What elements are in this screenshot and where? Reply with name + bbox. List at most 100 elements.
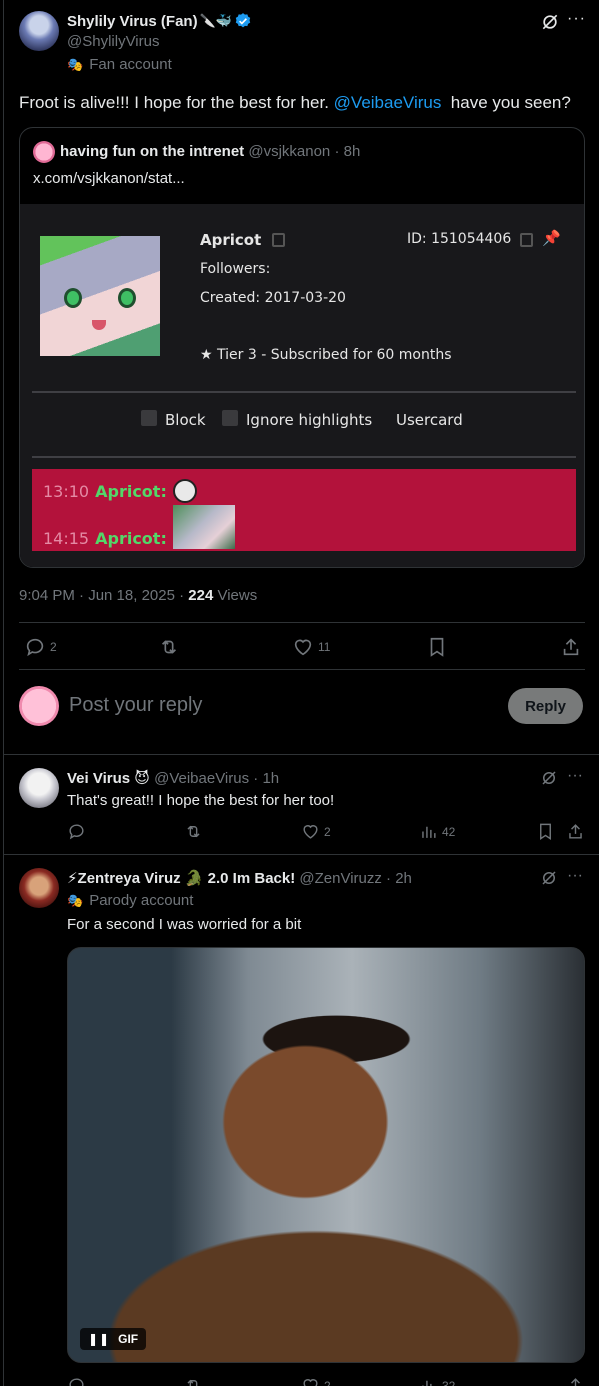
reply-time: · 2h [381, 870, 412, 887]
author-suffix[interactable]: 2.0 Im Back! [204, 870, 296, 887]
tweet-text-suffix: have you seen? [441, 93, 571, 112]
timestamp[interactable]: 9:04 PM · Jun 18, 2025 · [19, 587, 188, 604]
reply-icon [69, 1378, 84, 1386]
bookmark-action[interactable] [536, 822, 555, 841]
usercard-divider [32, 391, 576, 393]
star-icon: ★ [200, 347, 218, 363]
usercard-tier: ★ Tier 3 - Subscribed for 60 months [200, 347, 452, 363]
more-icon[interactable]: ··· [567, 867, 583, 885]
divider [3, 754, 599, 755]
usercard-tier-text: Tier 3 - Subscribed for 60 months [217, 347, 452, 363]
views-count: 32 [442, 1378, 456, 1386]
reply-button[interactable]: Reply [508, 688, 583, 724]
pause-icon[interactable]: ❚❚ [88, 1332, 110, 1346]
account-label: 🎭 Parody account [67, 892, 193, 909]
share-action[interactable] [566, 1376, 585, 1386]
avatar[interactable] [19, 868, 59, 908]
author-name-row[interactable]: Shylily Virus (Fan) 🔪🐳 [67, 12, 252, 30]
reply-input[interactable]: Post your reply [69, 694, 202, 717]
repost-icon [187, 1379, 198, 1386]
account-label-text: Fan account [89, 56, 172, 73]
heart-icon [303, 825, 318, 839]
grok-icon[interactable] [540, 12, 560, 32]
like-action[interactable]: 2 [301, 822, 331, 841]
share-icon [563, 638, 579, 656]
repost-icon [187, 825, 200, 838]
share-action[interactable] [566, 822, 585, 841]
author-emoji: 😈 [134, 770, 150, 787]
usercard-followers: Followers: [200, 261, 271, 277]
gif-media[interactable]: ❚❚ GIF [67, 947, 585, 1363]
author-handle[interactable]: @ZenViruzz [299, 870, 381, 887]
like-action[interactable]: 11 [292, 636, 330, 658]
bookmark-icon [540, 823, 551, 840]
ignore-label: Ignore highlights [246, 411, 373, 429]
heart-icon [294, 639, 312, 656]
avatar[interactable] [19, 11, 59, 51]
chat-time: 14:15 [43, 528, 90, 548]
chat-user: Apricot: [95, 481, 167, 501]
block-label: Block [165, 411, 206, 429]
tweet-meta: 9:04 PM · Jun 18, 2025 · 224 Views [19, 587, 257, 604]
reply-text: For a second I was worried for a bit [67, 916, 302, 933]
column-border [3, 0, 4, 1386]
views-count: 42 [442, 824, 456, 839]
mask-icon: 🎭 [67, 56, 84, 72]
more-icon[interactable]: ··· [567, 767, 583, 785]
reply-action[interactable] [67, 822, 86, 841]
views-action[interactable]: 42 [419, 822, 455, 841]
author-name[interactable]: Shylily Virus (Fan) [67, 13, 198, 30]
repost-action[interactable] [184, 822, 203, 841]
reply-action[interactable] [67, 1376, 86, 1386]
quote-author-name[interactable]: having fun on the intrenet [60, 143, 244, 160]
gif-badge[interactable]: ❚❚ GIF [80, 1328, 147, 1350]
quote-link[interactable]: x.com/vsjkkanon/stat... [33, 170, 185, 187]
chat-line: 13:10 Apricot: [43, 479, 197, 503]
reply-author-row[interactable]: ⚡Zentreya Viruz 🐊 2.0 Im Back! @ZenViruz… [67, 869, 412, 887]
author-name[interactable]: ⚡Zentreya Viruz [67, 870, 181, 887]
quote-time: · 8h [330, 143, 361, 160]
mention-link[interactable]: @VeibaeVirus [334, 93, 442, 112]
quote-author-row[interactable]: having fun on the intrenet @vsjkkanon · … [60, 143, 360, 160]
chat-time: 13:10 [43, 481, 90, 501]
like-count: 2 [324, 1378, 331, 1386]
author-handle[interactable]: @VeibaeVirus [154, 770, 249, 787]
quote-handle[interactable]: @vsjkkanon [248, 143, 330, 160]
more-icon[interactable]: ··· [567, 10, 586, 28]
quote-avatar[interactable] [33, 141, 55, 163]
reply-author-row[interactable]: Vei Virus 😈 @VeibaeVirus · 1h [67, 769, 279, 787]
quoted-tweet[interactable]: having fun on the intrenet @vsjkkanon · … [19, 127, 585, 568]
like-count: 11 [318, 640, 331, 654]
bookmark-icon [430, 637, 444, 657]
usercard-avatar [40, 236, 160, 356]
account-label-text: Parody account [89, 892, 194, 909]
heart-icon [303, 1379, 318, 1386]
copy-id-icon [520, 233, 533, 247]
chat-divider [32, 456, 576, 458]
gif-label: GIF [118, 1332, 139, 1346]
share-icon [569, 824, 582, 839]
reply-action[interactable]: 2 [24, 636, 57, 658]
author-name[interactable]: Vei Virus [67, 770, 130, 787]
avatar[interactable] [19, 768, 59, 808]
usercard-name: Apricot [200, 231, 262, 249]
tweet-text: Froot is alive!!! I hope for the best fo… [19, 93, 571, 113]
divider [19, 669, 585, 670]
views-count: 224 [188, 587, 214, 604]
repost-action[interactable] [158, 636, 180, 658]
grok-icon[interactable] [540, 769, 558, 787]
author-emoji: 🐊 [184, 870, 204, 887]
author-handle[interactable]: @ShylilyVirus [67, 33, 159, 50]
like-action[interactable]: 2 [301, 1376, 331, 1386]
grok-icon[interactable] [540, 869, 558, 887]
emote-image [172, 505, 235, 549]
divider [19, 622, 585, 623]
like-count: 2 [324, 824, 331, 839]
copy-icon [272, 233, 285, 247]
share-action[interactable] [560, 636, 582, 658]
repost-action[interactable] [184, 1376, 203, 1386]
bookmark-action[interactable] [426, 636, 448, 658]
repost-icon [161, 640, 177, 654]
views-action[interactable]: 32 [419, 1376, 455, 1386]
verified-icon [235, 13, 251, 28]
